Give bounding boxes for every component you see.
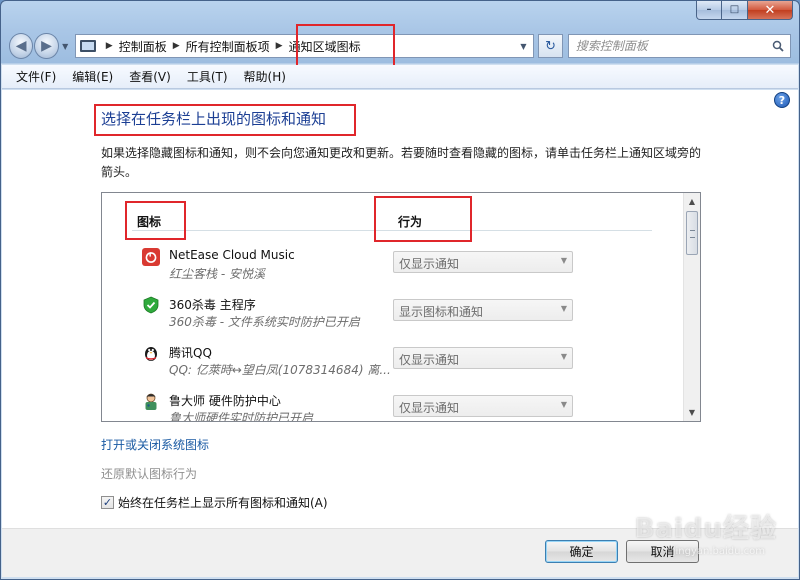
window-frame: – □ ✕ ◀ ▶ ▼ ▶ 控制面板 ▶ 所有控制面板项 ▶ 通知区域图标 ▼ … — [0, 0, 800, 580]
app-name: 360杀毒 主程序 — [169, 298, 256, 312]
menu-help[interactable]: 帮助(H) — [244, 68, 286, 85]
maximize-icon: □ — [729, 4, 740, 15]
search-input[interactable] — [568, 35, 779, 57]
breadcrumb-notification-icons[interactable]: 通知区域图标 — [289, 38, 361, 55]
caption-buttons: – □ ✕ — [696, 1, 793, 20]
chevron-down-icon: ▼ — [560, 256, 567, 265]
app-name: 腾讯QQ — [169, 346, 212, 360]
menu-bar: 文件(F) 编辑(E) 查看(V) 工具(T) 帮助(H) — [2, 65, 798, 89]
maximize-button[interactable]: □ — [722, 1, 748, 20]
chevron-down-icon: ▼ — [560, 400, 567, 409]
recent-pages-dropdown[interactable]: ▼ — [60, 36, 71, 56]
behavior-select[interactable]: 显示图标和通知 ▼ — [393, 299, 573, 321]
always-show-label[interactable]: 始终在任务栏上显示所有图标和通知(A) — [118, 494, 328, 511]
behavior-value: 仅显示通知 — [399, 401, 460, 415]
always-show-all-option[interactable]: ✓ 始终在任务栏上显示所有图标和通知(A) — [101, 494, 328, 511]
page-description: 如果选择隐藏图标和通知，则不会向您通知更改和更新。若要随时查看隐藏的图标，请单击… — [101, 146, 702, 179]
search-box[interactable] — [567, 34, 791, 58]
list-item: 360杀毒 主程序 360杀毒 - 文件系统实时防护已开启 显示图标和通知 ▼ — [102, 294, 682, 342]
column-header-behavior: 行为 — [398, 215, 423, 229]
chevron-down-icon: ▼ — [560, 304, 567, 313]
menu-tools[interactable]: 工具(T) — [187, 68, 228, 85]
behavior-value: 显示图标和通知 — [399, 305, 484, 319]
notification-icons-list: 图标 行为 NetEase Cloud Music 红尘客栈 - 安悦溪 仅显示… — [101, 192, 701, 422]
qq-penguin-icon — [145, 347, 157, 361]
address-bar[interactable]: ▶ 控制面板 ▶ 所有控制面板项 ▶ 通知区域图标 ▼ — [74, 34, 535, 58]
page-title: 选择在任务栏上出现的图标和通知 — [101, 110, 327, 128]
content-area: ? 选择在任务栏上出现的图标和通知 如果选择隐藏图标和通知，则不会向您通知更改和… — [2, 90, 798, 528]
app-name: 鲁大师 硬件防护中心 — [169, 394, 281, 408]
app-name: NetEase Cloud Music — [169, 248, 295, 262]
header-divider — [132, 230, 652, 231]
netease-music-icon — [142, 248, 160, 266]
control-panel-icon — [79, 40, 96, 52]
list-item: 腾讯QQ QQ: 亿萊時↔望白凤(1078314684) 离... 仅显示通知 … — [102, 342, 682, 390]
refresh-icon: ↻ — [545, 38, 557, 54]
list-item: 鲁大师 硬件防护中心 鲁大师硬件实时防护已开启 仅显示通知 ▼ — [102, 390, 682, 422]
forward-arrow-icon: ▶ — [41, 38, 52, 54]
app-status: QQ: 亿萊時↔望白凤(1078314684) 离... — [169, 363, 391, 377]
ludashi-icon — [145, 393, 157, 410]
navigation-bar: ◀ ▶ ▼ ▶ 控制面板 ▶ 所有控制面板项 ▶ 通知区域图标 ▼ ↻ — [9, 31, 791, 61]
scroll-down-icon[interactable]: ▼ — [684, 404, 700, 421]
menu-file[interactable]: 文件(F) — [16, 68, 56, 85]
behavior-select[interactable]: 仅显示通知 ▼ — [393, 347, 573, 369]
breadcrumb-separator-icon[interactable]: ▶ — [173, 41, 180, 51]
breadcrumb-separator-icon[interactable]: ▶ — [106, 41, 113, 51]
help-icon[interactable]: ? — [774, 92, 790, 108]
chevron-down-icon: ▼ — [560, 352, 567, 361]
breadcrumb-control-panel[interactable]: 控制面板 — [119, 38, 167, 55]
baidu-watermark: Baidu经验 — [634, 514, 777, 544]
always-show-checkbox[interactable]: ✓ — [101, 496, 114, 509]
search-icon[interactable] — [772, 40, 784, 52]
close-icon: ✕ — [764, 2, 776, 18]
minimize-button[interactable]: – — [696, 1, 722, 20]
list-scrollbar[interactable]: ▲ ▼ — [683, 193, 700, 421]
behavior-select[interactable]: 仅显示通知 ▼ — [393, 395, 573, 417]
app-status: 红尘客栈 - 安悦溪 — [169, 267, 265, 281]
scroll-up-icon[interactable]: ▲ — [684, 193, 700, 210]
menu-view[interactable]: 查看(V) — [129, 68, 171, 85]
behavior-value: 仅显示通知 — [399, 257, 460, 271]
ok-button[interactable]: 确定 — [545, 540, 618, 563]
menu-edit[interactable]: 编辑(E) — [72, 68, 113, 85]
back-arrow-icon: ◀ — [15, 38, 27, 54]
behavior-select[interactable]: 仅显示通知 ▼ — [393, 251, 573, 273]
chevron-down-icon: ▼ — [62, 41, 69, 51]
baidu-watermark-url: jingyan.baidu.com — [672, 546, 765, 557]
refresh-button[interactable]: ↻ — [538, 34, 563, 58]
360-antivirus-icon — [143, 296, 159, 314]
minimize-icon: – — [706, 4, 712, 15]
breadcrumb-separator-icon[interactable]: ▶ — [276, 41, 283, 51]
forward-button[interactable]: ▶ — [34, 33, 59, 59]
app-status: 鲁大师硬件实时防护已开启 — [169, 411, 314, 422]
list-item: NetEase Cloud Music 红尘客栈 - 安悦溪 仅显示通知 ▼ — [102, 246, 682, 294]
behavior-value: 仅显示通知 — [399, 353, 460, 367]
back-button[interactable]: ◀ — [9, 33, 34, 59]
address-dropdown-icon[interactable]: ▼ — [515, 38, 531, 54]
restore-defaults-link: 还原默认图标行为 — [101, 467, 198, 481]
system-icons-link[interactable]: 打开或关闭系统图标 — [101, 436, 209, 453]
app-status: 360杀毒 - 文件系统实时防护已开启 — [169, 315, 360, 329]
close-button[interactable]: ✕ — [748, 1, 793, 20]
column-header-icon: 图标 — [137, 215, 162, 229]
scrollbar-thumb[interactable] — [686, 211, 698, 255]
breadcrumb-all-items[interactable]: 所有控制面板项 — [186, 38, 270, 55]
